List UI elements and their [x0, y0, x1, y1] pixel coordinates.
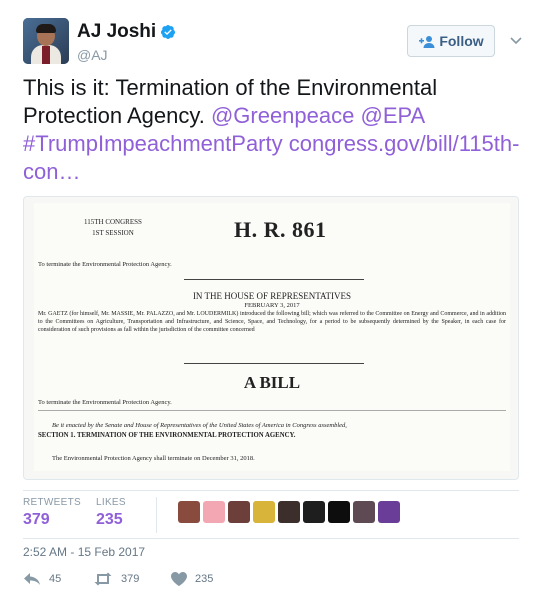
author-info: AJ Joshi @AJ [77, 21, 176, 63]
verified-badge-icon [161, 25, 176, 39]
enacting-clause: Be it enacted by the Senate and House of… [52, 422, 347, 429]
retweets-count: 379 [23, 511, 50, 528]
bill-introduction: Mr. GAETZ (for himself, Mr. MASSIE, Mr. … [38, 311, 506, 333]
display-name[interactable]: AJ Joshi [77, 21, 156, 43]
follow-label: Follow [439, 33, 484, 49]
divider [38, 410, 506, 411]
section-heading: SECTION 1. TERMINATION OF THE ENVIRONMEN… [38, 432, 296, 439]
retweet-count: 379 [121, 573, 140, 585]
house-heading: IN THE HOUSE OF REPRESENTATIVES [192, 291, 352, 301]
liker-avatar[interactable] [378, 501, 400, 523]
congress-label: 115TH CONGRESS [84, 218, 142, 226]
like-button[interactable]: 235 [171, 572, 213, 586]
bill-date: FEBRUARY 3, 2017 [244, 302, 300, 309]
liker-avatar[interactable] [228, 501, 250, 523]
section-text: The Environmental Protection Agency shal… [52, 455, 255, 462]
like-count: 235 [195, 573, 214, 585]
mention-link[interactable]: @EPA [360, 103, 424, 128]
likes-label: LIKES [96, 497, 126, 508]
heart-icon [171, 572, 187, 586]
divider [184, 363, 364, 364]
liker-avatar[interactable] [328, 501, 350, 523]
tweet-header: AJ Joshi @AJ Follow [23, 18, 523, 64]
bill-purpose-repeat: To terminate the Environmental Protectio… [38, 399, 172, 406]
liker-avatar[interactable] [203, 501, 225, 523]
follow-button[interactable]: Follow [407, 25, 495, 57]
author-handle[interactable]: @AJ [77, 47, 176, 63]
retweets-label: RETWEETS [23, 497, 81, 508]
liker-avatar[interactable] [353, 501, 375, 523]
mention-link[interactable]: @Greenpeace [211, 103, 354, 128]
likes-count: 235 [96, 511, 123, 528]
liker-avatar[interactable] [253, 501, 275, 523]
hashtag-link[interactable]: #TrumpImpeachmentParty [23, 131, 283, 156]
divider [156, 497, 157, 533]
liker-avatar[interactable] [178, 501, 200, 523]
divider [23, 538, 519, 539]
liker-avatar[interactable] [303, 501, 325, 523]
bill-document-image: 115TH CONGRESS 1ST SESSION H. R. 861 To … [34, 203, 510, 471]
liker-avatars [178, 501, 403, 523]
add-user-icon [419, 35, 435, 48]
reply-count: 45 [49, 573, 62, 585]
tweet-text: This is it: Termination of the Environme… [23, 74, 523, 186]
session-label: 1ST SESSION [92, 229, 134, 237]
tweet-timestamp[interactable]: 2:52 AM - 15 Feb 2017 [23, 545, 145, 559]
divider [184, 279, 364, 280]
liker-avatar[interactable] [278, 501, 300, 523]
retweet-icon [94, 572, 112, 586]
bill-purpose: To terminate the Environmental Protectio… [38, 261, 172, 268]
divider [23, 490, 519, 491]
likes-stat[interactable]: LIKES 235 [96, 497, 126, 529]
bill-heading: A BILL [243, 373, 301, 392]
media-card[interactable]: 115TH CONGRESS 1ST SESSION H. R. 861 To … [23, 196, 519, 480]
avatar[interactable] [23, 18, 69, 64]
chevron-down-icon[interactable] [509, 33, 523, 47]
bill-number: H. R. 861 [234, 217, 327, 242]
retweet-button[interactable]: 379 [93, 572, 139, 586]
reply-button[interactable]: 45 [23, 572, 61, 586]
congress-info: 115TH CONGRESS 1ST SESSION [84, 217, 142, 239]
reply-icon [24, 573, 40, 585]
retweets-stat[interactable]: RETWEETS 379 [23, 497, 81, 529]
